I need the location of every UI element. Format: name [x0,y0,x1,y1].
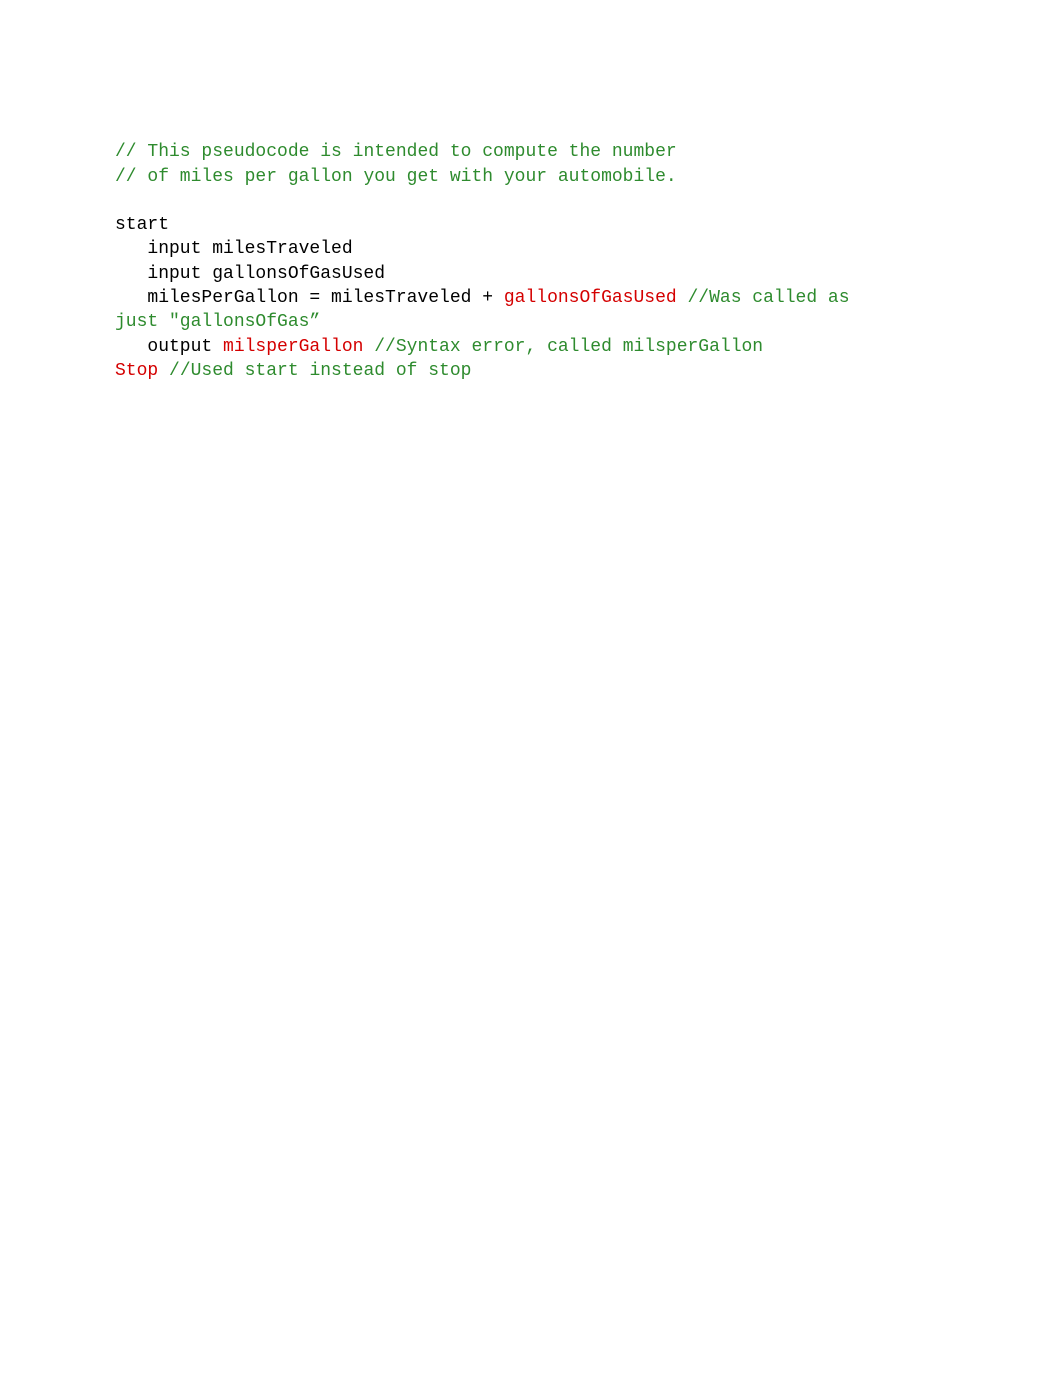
assignment-prefix: milesPerGallon = milesTraveled + [147,288,503,308]
input-line-1: input milesTraveled [147,239,352,259]
blank-line [115,189,1022,213]
stop-comment: //Used start instead of stop [169,361,471,381]
input-line-2: input gallonsOfGasUsed [147,264,385,284]
output-error-token: milsperGallon [223,337,374,357]
start-keyword: start [115,215,169,235]
output-comment: //Syntax error, called milsperGallon [374,337,763,357]
document-page: // This pseudocode is intended to comput… [0,0,1062,448]
comment-line-1: // This pseudocode is intended to comput… [115,142,677,162]
assignment-error-token: gallonsOfGasUsed [504,288,688,308]
assignment-comment-part2: just "gallonsOfGas” [115,312,320,332]
comment-line-2: // of miles per gallon you get with your… [115,167,677,187]
pseudocode-block: // This pseudocode is intended to comput… [115,116,1022,408]
assignment-comment-part1: //Was called as [688,288,850,308]
output-prefix: output [147,337,223,357]
stop-error-token: Stop [115,361,169,381]
